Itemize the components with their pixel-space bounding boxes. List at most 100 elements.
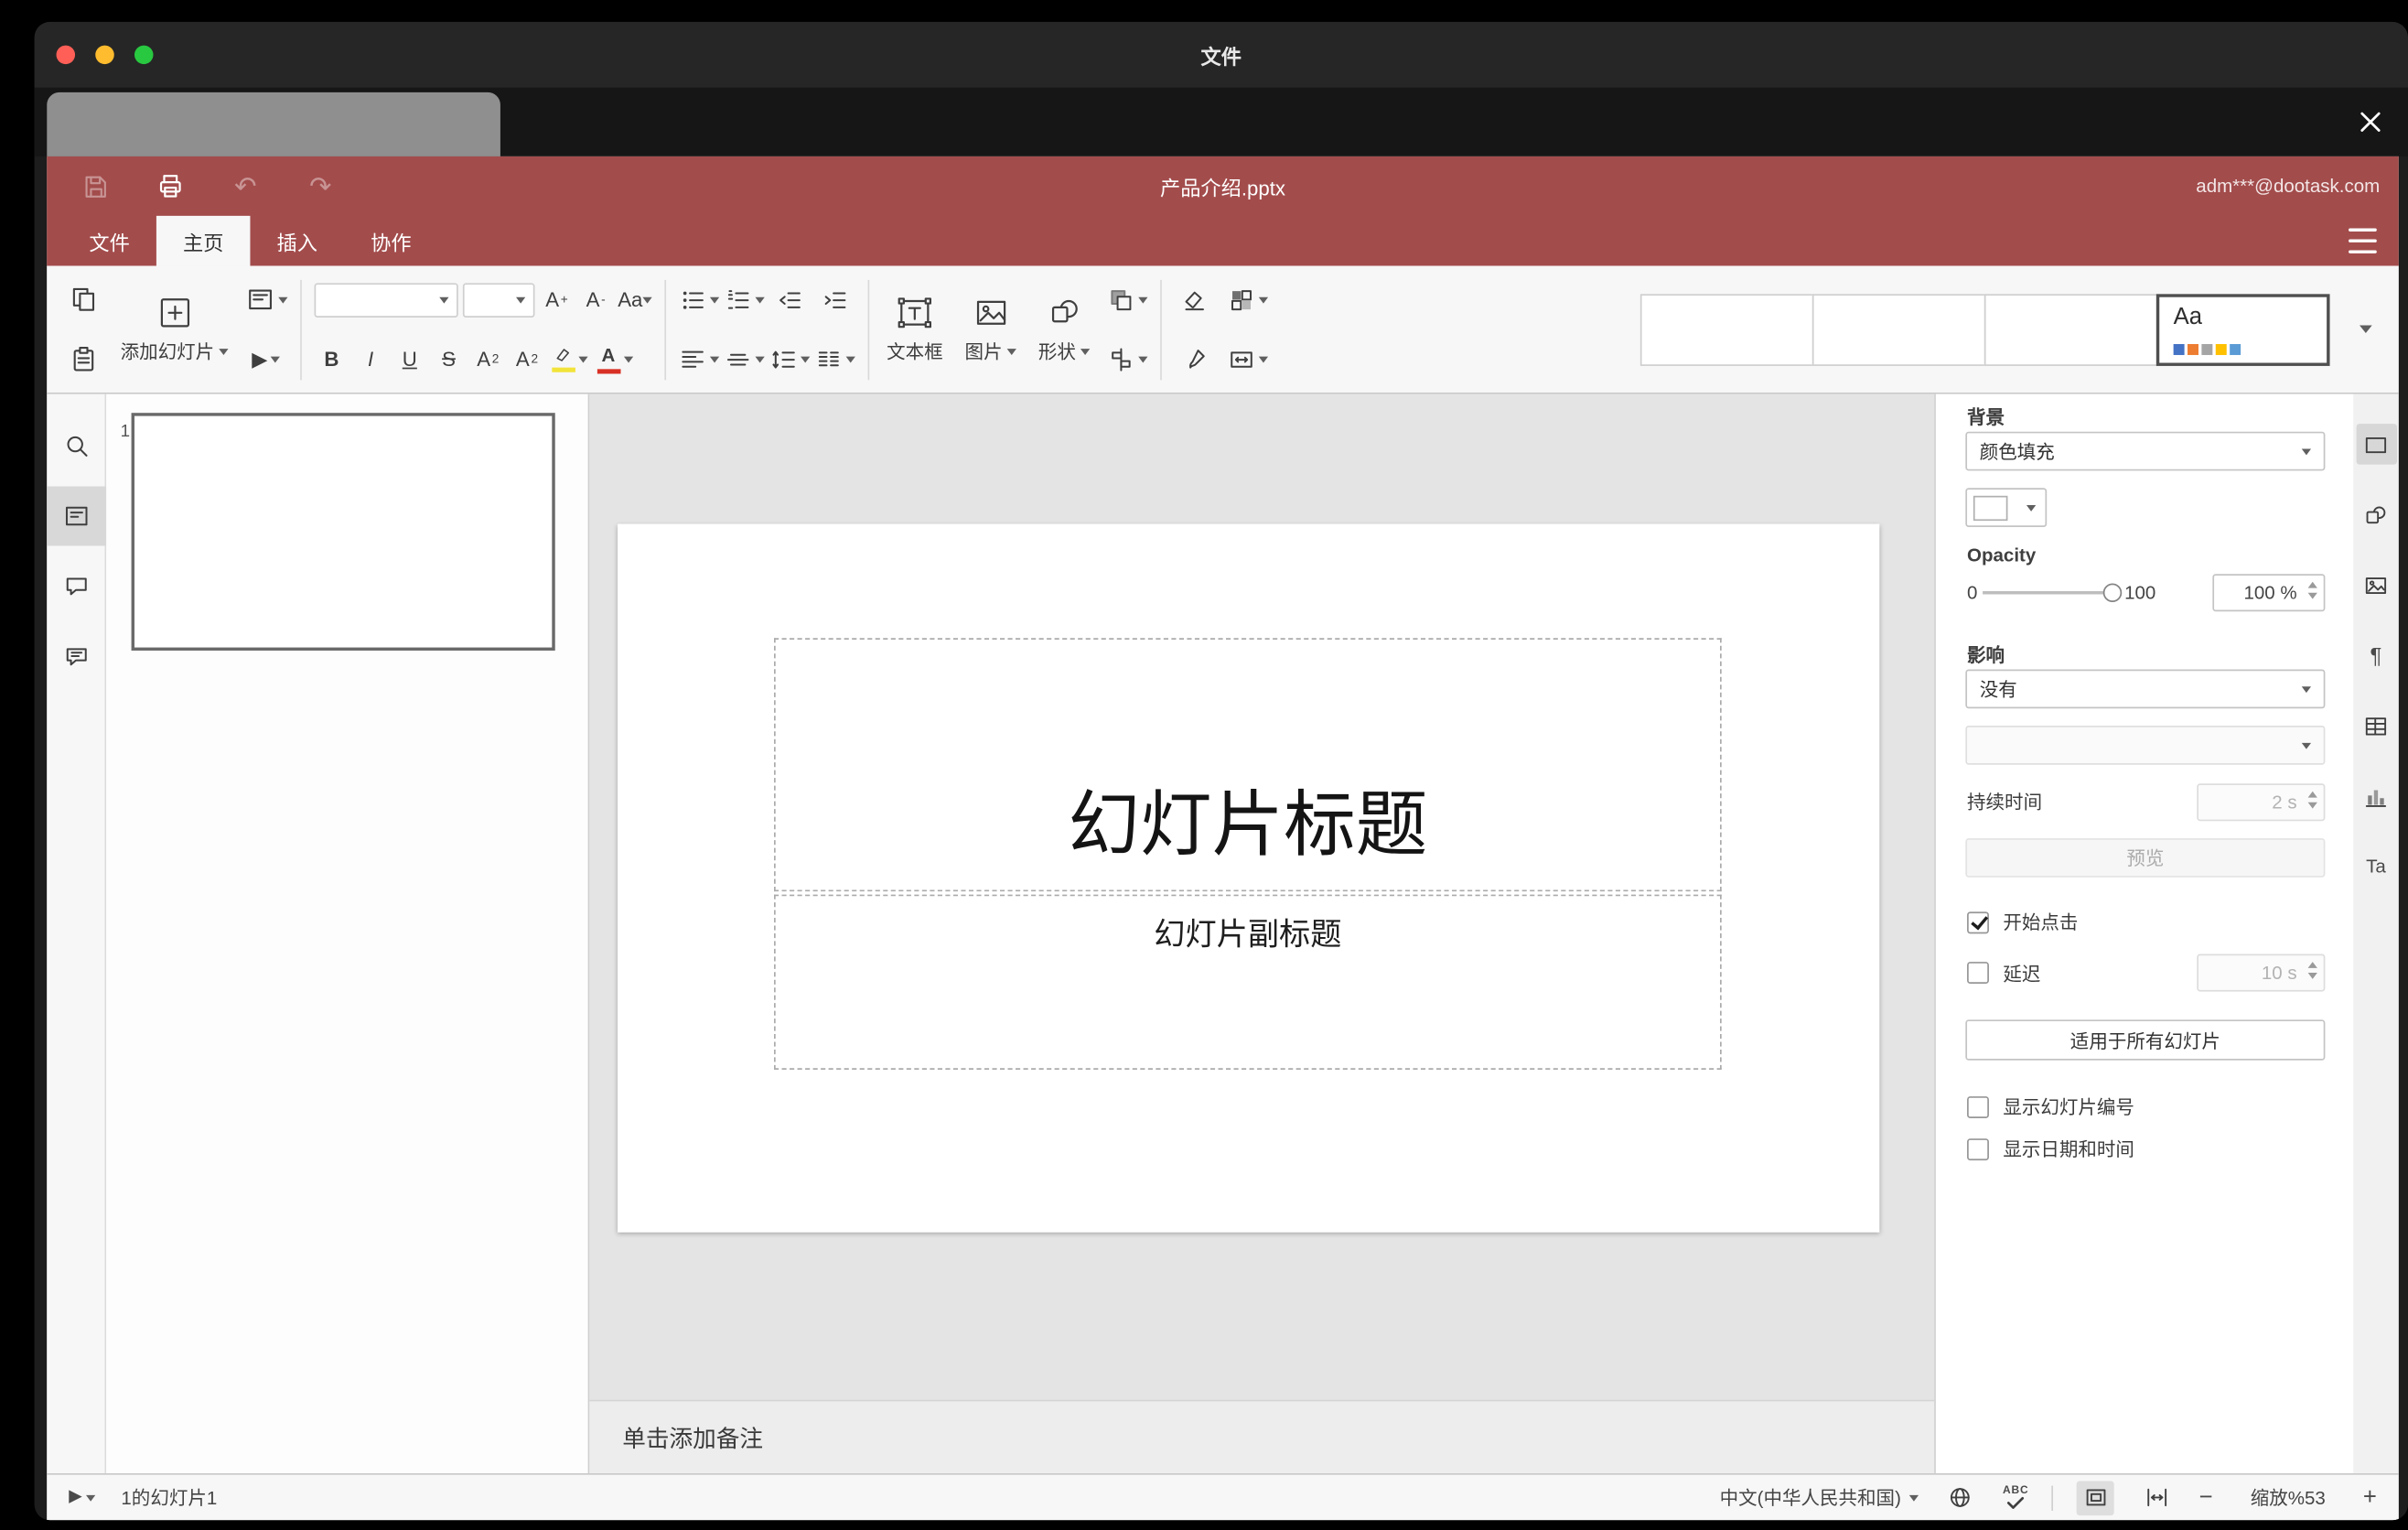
- textart-settings-icon[interactable]: Ta: [2356, 846, 2396, 887]
- vertical-align-icon[interactable]: [724, 339, 765, 379]
- slide-size-icon[interactable]: [1228, 339, 1269, 379]
- clear-style-icon[interactable]: [1175, 279, 1215, 319]
- status-divider: [2052, 1484, 2054, 1511]
- start-on-click-checkbox[interactable]: [1967, 910, 1989, 933]
- underline-icon[interactable]: U: [392, 339, 427, 379]
- slide-thumbnail[interactable]: [131, 413, 555, 651]
- increase-font-icon[interactable]: A +: [540, 279, 575, 319]
- spellcheck-icon[interactable]: ABC: [2003, 1486, 2028, 1510]
- print-icon[interactable]: [153, 169, 188, 204]
- zoom-in-icon[interactable]: +: [2363, 1486, 2377, 1510]
- language-selector[interactable]: 中文(中华人民共和国): [1720, 1484, 1919, 1511]
- shape-button[interactable]: 形状: [1027, 273, 1101, 385]
- theme-tile-selected[interactable]: Aa: [2155, 293, 2330, 366]
- slide-settings-icon[interactable]: [2355, 424, 2397, 465]
- tab-file[interactable]: 文件: [62, 216, 156, 266]
- horizontal-align-icon[interactable]: [679, 339, 720, 379]
- copy-icon[interactable]: [62, 279, 102, 319]
- color-scheme-icon[interactable]: [1228, 279, 1269, 319]
- subtitle-placeholder[interactable]: 幻灯片副标题: [773, 894, 1722, 1071]
- fit-slide-icon[interactable]: [2077, 1480, 2115, 1515]
- show-slide-number-checkbox[interactable]: [1967, 1095, 1989, 1118]
- align-shapes-icon[interactable]: [1107, 339, 1148, 379]
- effect-select[interactable]: 没有: [1965, 669, 2326, 709]
- page-backdrop: [34, 87, 2408, 156]
- chevron-down-icon: [86, 1494, 97, 1501]
- slides-panel-icon[interactable]: [46, 486, 106, 546]
- shape-settings-icon[interactable]: [2356, 494, 2396, 534]
- fullscreen-traffic-light[interactable]: [134, 45, 154, 65]
- redo-icon[interactable]: ↷: [304, 169, 339, 204]
- tab-home[interactable]: 主页: [156, 215, 251, 266]
- close-icon[interactable]: [2355, 106, 2386, 137]
- slide[interactable]: 幻灯片标题 幻灯片副标题: [618, 523, 1880, 1233]
- more-themes-button[interactable]: [2342, 293, 2389, 365]
- bold-icon[interactable]: B: [315, 339, 349, 379]
- fill-color-select[interactable]: [1965, 488, 2048, 527]
- chevron-down-icon: [2026, 504, 2037, 512]
- search-icon[interactable]: [46, 416, 105, 476]
- fit-width-icon[interactable]: [2138, 1481, 2176, 1515]
- subscript-icon[interactable]: A2: [510, 339, 544, 379]
- font-size-combo[interactable]: [462, 282, 535, 318]
- theme-tile-2[interactable]: [1811, 293, 1986, 366]
- decrease-font-icon[interactable]: A-: [578, 279, 613, 319]
- strikethrough-icon[interactable]: S: [432, 339, 467, 379]
- font-name-combo[interactable]: [314, 282, 458, 318]
- textbox-label: 文本框: [887, 340, 943, 363]
- title-placeholder[interactable]: 幻灯片标题: [773, 638, 1722, 892]
- minimize-traffic-light[interactable]: [95, 45, 114, 65]
- font-color-icon[interactable]: A: [594, 339, 634, 379]
- apply-to-all-button[interactable]: 适用于所有幻灯片: [1965, 1019, 2326, 1061]
- theme-tile-3[interactable]: [1983, 293, 2158, 366]
- slider-knob[interactable]: [2102, 582, 2122, 602]
- numbering-icon[interactable]: [724, 279, 765, 319]
- set-language-globe-icon[interactable]: [1941, 1481, 1979, 1515]
- menu-icon[interactable]: [2349, 228, 2377, 253]
- change-case-icon[interactable]: Aa: [618, 279, 652, 319]
- image-button[interactable]: 图片: [954, 273, 1027, 385]
- fill-type-select[interactable]: 颜色填充: [1965, 431, 2326, 471]
- columns-icon[interactable]: [814, 339, 855, 379]
- chat-icon[interactable]: [46, 627, 105, 686]
- chart-settings-icon[interactable]: [2356, 776, 2396, 816]
- close-traffic-light[interactable]: [56, 45, 76, 65]
- save-icon[interactable]: [78, 169, 113, 204]
- paragraph-settings-icon[interactable]: ¶: [2356, 635, 2396, 675]
- delay-checkbox[interactable]: [1967, 962, 1989, 985]
- highlight-color-icon[interactable]: [549, 339, 589, 379]
- superscript-icon[interactable]: A2: [470, 339, 505, 379]
- zoom-out-icon[interactable]: −: [2199, 1486, 2213, 1510]
- theme-tile-1[interactable]: [1639, 293, 1814, 366]
- spinner-icon[interactable]: [2307, 580, 2317, 598]
- chevron-down-icon: [278, 296, 288, 303]
- undo-icon[interactable]: ↶: [229, 169, 263, 204]
- notes-area[interactable]: 单击添加备注: [589, 1399, 1935, 1473]
- start-slideshow-status-button[interactable]: ▶: [69, 1488, 97, 1506]
- copy-style-icon[interactable]: [1175, 339, 1215, 379]
- table-settings-icon[interactable]: [2356, 706, 2396, 746]
- chevron-down-icon: [219, 348, 229, 355]
- add-slide-button[interactable]: 添加幻灯片: [110, 273, 240, 385]
- arrange-group: [1101, 266, 1154, 393]
- slide-layout-icon[interactable]: [245, 279, 288, 319]
- arrange-icon[interactable]: [1107, 279, 1148, 319]
- image-settings-icon[interactable]: [2356, 565, 2396, 605]
- start-slideshow-icon[interactable]: ▶: [245, 339, 285, 379]
- delay-label: 延迟: [2003, 962, 2041, 985]
- decrease-indent-icon[interactable]: [769, 279, 810, 319]
- chevron-down-icon: [709, 296, 720, 303]
- tab-collaboration[interactable]: 协作: [344, 216, 438, 266]
- italic-icon[interactable]: I: [353, 339, 388, 379]
- opacity-input[interactable]: 100 %: [2212, 573, 2326, 611]
- opacity-slider[interactable]: [1982, 581, 2122, 603]
- line-spacing-icon[interactable]: [769, 339, 811, 379]
- show-datetime-checkbox[interactable]: [1967, 1137, 1989, 1160]
- tab-insert[interactable]: 插入: [251, 216, 345, 266]
- comments-icon[interactable]: [46, 556, 105, 616]
- paste-icon[interactable]: [62, 339, 102, 379]
- bullets-icon[interactable]: [679, 279, 720, 319]
- chevron-down-icon: [516, 296, 526, 303]
- textbox-button[interactable]: 文本框: [876, 273, 953, 385]
- increase-indent-icon[interactable]: [814, 279, 855, 319]
